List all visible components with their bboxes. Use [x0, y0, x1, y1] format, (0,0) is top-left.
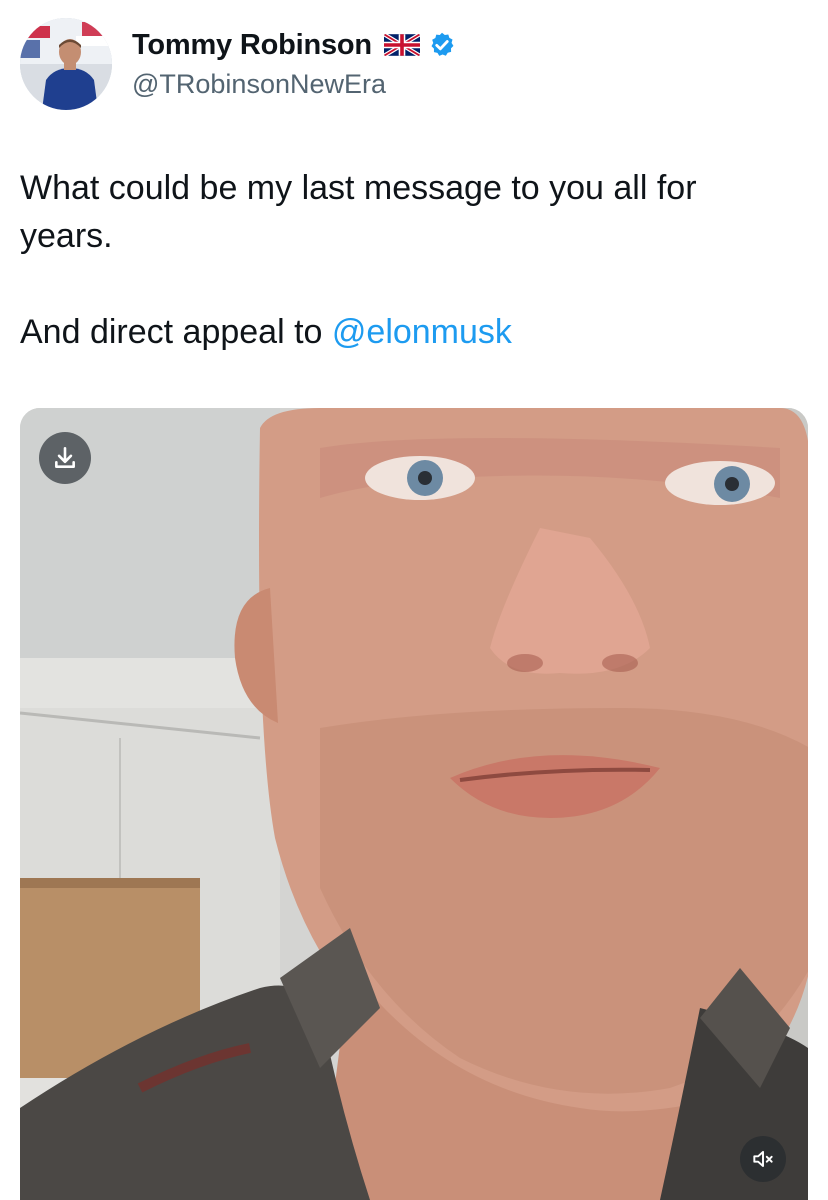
tweet-line-3-prefix: And direct appeal to	[20, 313, 332, 351]
tweet-line-3: And direct appeal to @elonmusk	[20, 308, 800, 356]
tweet-text: What could be my last message to you all…	[20, 164, 800, 356]
mute-toggle-button[interactable]	[740, 1136, 786, 1182]
tweet-video[interactable]	[20, 408, 808, 1200]
author-name[interactable]: Tommy Robinson	[132, 24, 372, 66]
video-frame	[20, 408, 808, 1200]
author-name-row: Tommy Robinson	[132, 24, 456, 66]
verified-badge-icon	[428, 31, 456, 59]
download-button[interactable]	[39, 432, 91, 484]
download-icon	[52, 445, 78, 471]
author-avatar[interactable]	[20, 18, 112, 110]
uk-flag-icon	[380, 34, 420, 56]
mention-link-elonmusk[interactable]: @elonmusk	[332, 313, 512, 351]
avatar-image	[20, 18, 112, 110]
tweet-line-1: What could be my last message to you all…	[20, 169, 697, 207]
tweet-line-2: years.	[20, 217, 113, 255]
speaker-muted-icon	[750, 1146, 776, 1172]
author-handle[interactable]: @TRobinsonNewEra	[132, 66, 386, 102]
